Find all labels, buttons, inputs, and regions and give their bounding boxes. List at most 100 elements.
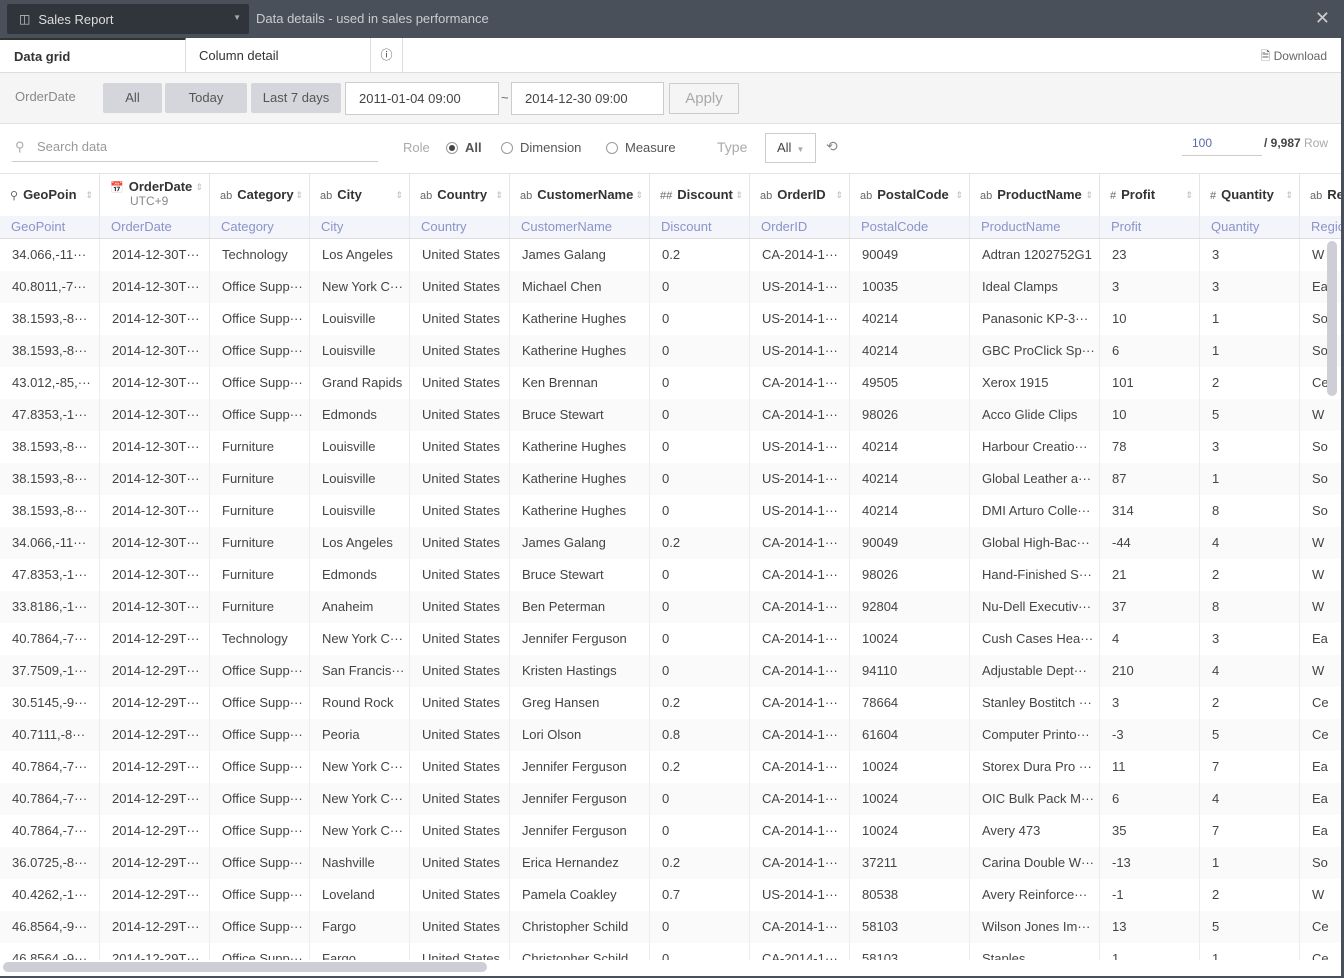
sort-icon[interactable]: ⇕ — [85, 174, 93, 216]
table-cell: 6 — [1100, 335, 1200, 367]
table-row[interactable]: 34.066,-11··· 2014-12-30T··· Furniture Los … — [0, 527, 1341, 559]
table-row[interactable]: 47.8353,-1··· 2014-12-30T··· Furniture Edmo… — [0, 559, 1341, 591]
sort-icon[interactable]: ⇕ — [635, 174, 643, 216]
table-row[interactable]: 34.066,-11··· 2014-12-30T··· Technology Los… — [0, 239, 1341, 271]
table-cell: 21 — [1100, 559, 1200, 591]
table-row[interactable]: 38.1593,-8··· 2014-12-30T··· Furniture Loui… — [0, 495, 1341, 527]
sort-icon[interactable]: ⇕ — [295, 174, 303, 216]
reset-icon[interactable]: ⟲ — [826, 138, 838, 155]
table-cell: Edmonds — [310, 559, 410, 591]
type-icon: ab — [320, 190, 333, 202]
sort-icon[interactable]: ⇕ — [195, 174, 203, 200]
table-cell: 0 — [650, 815, 750, 847]
end-date-input[interactable]: 2014-12-30 09:00 — [511, 82, 664, 115]
table-cell: Michael Chen — [510, 271, 650, 303]
table-cell: 2014-12-30T··· — [100, 495, 210, 527]
table-row[interactable]: 38.1593,-8··· 2014-12-30T··· Furniture Loui… — [0, 431, 1341, 463]
table-cell: 10024 — [850, 815, 970, 847]
table-row[interactable]: 33.8186,-1··· 2014-12-30T··· Furniture Anah… — [0, 591, 1341, 623]
datasource-select[interactable]: ◫ Sales Report ▼ — [7, 4, 249, 34]
download-button[interactable]: 🗎 Download — [1261, 47, 1327, 68]
table-row[interactable]: 46.8564,-9··· 2014-12-29T··· Office Supp··… — [0, 911, 1341, 943]
column-header[interactable]: 📅 OrderDate UTC+9 ⇕ — [100, 174, 210, 216]
start-date-input[interactable]: 2011-01-04 09:00 — [345, 82, 499, 115]
filter-last-7-days-button[interactable]: Last 7 days — [251, 83, 341, 113]
table-cell: Ideal Clamps — [970, 271, 1100, 303]
sort-icon[interactable]: ⇕ — [1185, 174, 1193, 216]
table-cell: 40214 — [850, 335, 970, 367]
column-header[interactable]: ab PostalCode ⇕ — [850, 174, 970, 216]
horizontal-scrollbar[interactable] — [3, 962, 487, 972]
column-header[interactable]: ⚲ GeoPoin ⇕ — [0, 174, 100, 216]
tab-data-grid[interactable]: Data grid — [0, 38, 186, 72]
table-cell: W — [1300, 591, 1341, 623]
sort-icon[interactable]: ⇕ — [1285, 174, 1293, 216]
table-row[interactable]: 40.7864,-7··· 2014-12-29T··· Office Supp··… — [0, 815, 1341, 847]
table-cell: 46.8564,-9··· — [0, 911, 100, 943]
sort-icon[interactable]: ⇕ — [495, 174, 503, 216]
table-row[interactable]: 40.7864,-7··· 2014-12-29T··· Office Supp··… — [0, 783, 1341, 815]
column-header[interactable]: ab Country ⇕ — [410, 174, 510, 216]
sort-icon[interactable]: ⇕ — [955, 174, 963, 216]
table-cell: 0.2 — [650, 751, 750, 783]
table-row[interactable]: 30.5145,-9··· 2014-12-29T··· Office Supp··… — [0, 687, 1341, 719]
table-row[interactable]: 36.0725,-8··· 2014-12-29T··· Office Supp··… — [0, 847, 1341, 879]
table-cell: United States — [410, 847, 510, 879]
total-count: / 9,987 — [1264, 136, 1301, 150]
table-cell: Technology — [210, 239, 310, 271]
table-cell: CA-2014-1··· — [750, 783, 850, 815]
sort-icon[interactable]: ⇕ — [1085, 174, 1093, 216]
table-cell: US-2014-1··· — [750, 271, 850, 303]
column-header[interactable]: ab City ⇕ — [310, 174, 410, 216]
table-row[interactable]: 37.7509,-1··· 2014-12-29T··· Office Supp··… — [0, 655, 1341, 687]
table-row[interactable]: 43.012,-85,··· 2014-12-30T··· Office Supp·… — [0, 367, 1341, 399]
filter-today-button[interactable]: Today — [165, 83, 247, 113]
table-row[interactable]: 40.7111,-8··· 2014-12-29T··· Office Supp··… — [0, 719, 1341, 751]
table-row[interactable]: 38.1593,-8··· 2014-12-30T··· Furniture Loui… — [0, 463, 1341, 495]
column-header[interactable]: ab CustomerName ⇕ — [510, 174, 650, 216]
apply-button[interactable]: Apply — [669, 83, 739, 114]
table-row[interactable]: 38.1593,-8··· 2014-12-30T··· Office Supp··… — [0, 303, 1341, 335]
table-cell: 98026 — [850, 399, 970, 431]
table-cell: United States — [410, 783, 510, 815]
rows-per-page-input[interactable]: 100 — [1182, 136, 1262, 156]
column-name: ProductName — [997, 187, 1082, 202]
table-row[interactable]: 46.8564,-9··· 2014-12-29T··· Office Supp··… — [0, 943, 1341, 960]
close-icon[interactable]: ✕ — [1315, 8, 1330, 29]
table-cell: CA-2014-1··· — [750, 591, 850, 623]
table-row[interactable]: 40.7864,-7··· 2014-12-29T··· Technology New… — [0, 623, 1341, 655]
role-radio-dimension[interactable]: Dimension — [501, 140, 581, 155]
table-cell: 0 — [650, 431, 750, 463]
column-header[interactable]: abRe⇕ — [1300, 174, 1341, 216]
table-row[interactable]: 38.1593,-8··· 2014-12-30T··· Office Supp··… — [0, 335, 1341, 367]
table-row[interactable]: 40.7864,-7··· 2014-12-29T··· Office Supp··… — [0, 751, 1341, 783]
sort-icon[interactable]: ⇕ — [735, 174, 743, 216]
role-radio-all[interactable]: All — [446, 140, 482, 155]
table-cell: 8 — [1200, 591, 1300, 623]
type-select[interactable]: All ▼ — [765, 133, 816, 163]
column-alias: Quantity — [1200, 216, 1300, 238]
table-row[interactable]: 40.8011,-7··· 2014-12-30T··· Office Supp··… — [0, 271, 1341, 303]
table-cell: US-2014-1··· — [750, 303, 850, 335]
column-header[interactable]: ab OrderID ⇕ — [750, 174, 850, 216]
radio-icon — [501, 141, 513, 154]
column-header[interactable]: # Profit ⇕ — [1100, 174, 1200, 216]
tab-column-detail[interactable]: Column detail — [186, 38, 371, 72]
table-row[interactable]: 40.4262,-1··· 2014-12-29T··· Office Supp··… — [0, 879, 1341, 911]
column-header[interactable]: # Quantity ⇕ — [1200, 174, 1300, 216]
column-header[interactable]: ## Discount ⇕ — [650, 174, 750, 216]
table-cell: Furniture — [210, 495, 310, 527]
column-name: Quantity — [1221, 187, 1274, 202]
sort-icon[interactable]: ⇕ — [395, 174, 403, 216]
filter-all-button[interactable]: All — [103, 83, 162, 113]
info-icon[interactable]: ⓘ — [371, 38, 403, 72]
sort-icon[interactable]: ⇕ — [835, 174, 843, 216]
search-input[interactable]: ⚲ Search data — [12, 136, 378, 162]
role-radio-measure[interactable]: Measure — [606, 140, 676, 155]
type-value: All — [777, 140, 792, 155]
vertical-scrollbar[interactable] — [1327, 241, 1337, 396]
column-header[interactable]: ab ProductName ⇕ — [970, 174, 1100, 216]
table-cell: Adjustable Dept··· — [970, 655, 1100, 687]
table-row[interactable]: 47.8353,-1··· 2014-12-30T··· Office Supp··… — [0, 399, 1341, 431]
column-header[interactable]: ab Category ⇕ — [210, 174, 310, 216]
